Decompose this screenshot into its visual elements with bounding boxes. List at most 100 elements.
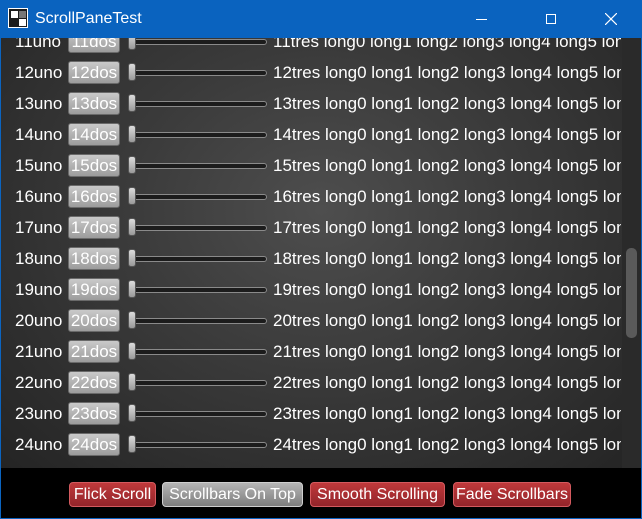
row-slider[interactable] — [129, 194, 267, 200]
row-label: 11uno — [15, 38, 62, 51]
row-button[interactable]: 13dos — [68, 92, 120, 115]
scrollbars-on-top-toggle[interactable]: Scrollbars On Top — [162, 482, 303, 507]
scroll-pane[interactable]: 11uno 11dos 11tres long0 long1 long2 long3… — [1, 38, 641, 468]
window-title: ScrollPaneTest — [35, 10, 142, 27]
row-long-text: 12tres long0 long1 long2 long3 long4 lon… — [273, 63, 621, 82]
row-long-text: 19tres long0 long1 long2 long3 long4 lon… — [273, 280, 621, 299]
row-long-text: 23tres long0 long1 long2 long3 long4 lon… — [273, 404, 621, 423]
fade-scrollbars-toggle[interactable]: Fade Scrollbars — [453, 482, 571, 507]
minimize-icon — [475, 18, 487, 20]
row-slider-thumb[interactable] — [128, 218, 136, 236]
row-long-text: 14tres long0 long1 long2 long3 long4 lon… — [273, 125, 621, 144]
list-item: 22uno 22dos 22tres long0 long1 long2 long3… — [1, 367, 621, 398]
list-item: 17uno 17dos 17tres long0 long1 long2 long3… — [1, 212, 621, 243]
row-button[interactable]: 11dos — [68, 38, 120, 53]
row-long-text: 20tres long0 long1 long2 long3 long4 lon… — [273, 311, 621, 330]
row-label: 14uno — [15, 125, 63, 144]
row-button[interactable]: 22dos — [68, 371, 120, 394]
row-long-text: 24tres long0 long1 long2 long3 long4 lon… — [273, 435, 621, 454]
row-label: 22uno — [15, 373, 63, 392]
row-slider[interactable] — [129, 39, 267, 45]
row-button[interactable]: 19dos — [68, 278, 120, 301]
app-icon — [8, 8, 28, 28]
close-icon — [605, 13, 617, 25]
row-label: 16uno — [15, 187, 63, 206]
row-slider[interactable] — [129, 70, 267, 76]
row-slider[interactable] — [129, 411, 267, 417]
list-item: 21uno 21dos 21tres long0 long1 long2 long3… — [1, 336, 621, 367]
list-item: 13uno 13dos 13tres long0 long1 long2 long3… — [1, 88, 621, 119]
row-button[interactable]: 18dos — [68, 247, 120, 270]
maximize-button[interactable] — [528, 0, 574, 38]
row-label: 19uno — [15, 280, 63, 299]
row-long-text: 21tres long0 long1 long2 long3 long4 lon… — [273, 342, 621, 361]
row-slider-thumb[interactable] — [128, 342, 136, 360]
row-slider-thumb[interactable] — [128, 125, 136, 143]
row-long-text: 18tres long0 long1 long2 long3 long4 lon… — [273, 249, 621, 268]
row-slider-thumb[interactable] — [128, 280, 136, 298]
row-slider-thumb[interactable] — [128, 187, 136, 205]
row-button[interactable]: 17dos — [68, 216, 120, 239]
row-label: 24uno — [15, 435, 63, 454]
row-long-text: 15tres long0 long1 long2 long3 long4 lon… — [273, 156, 621, 175]
row-long-text: 13tres long0 long1 long2 long3 long4 lon… — [273, 94, 621, 113]
row-slider-thumb[interactable] — [128, 249, 136, 267]
row-label: 15uno — [15, 156, 63, 175]
row-label: 23uno — [15, 404, 63, 423]
row-slider-thumb[interactable] — [128, 373, 136, 391]
row-label: 21uno — [15, 342, 63, 361]
row-button[interactable]: 14dos — [68, 123, 120, 146]
row-long-text: 16tres long0 long1 long2 long3 long4 lon… — [273, 187, 621, 206]
row-button[interactable]: 24dos — [68, 433, 120, 456]
list-item: 14uno 14dos 14tres long0 long1 long2 long3… — [1, 119, 621, 150]
row-label: 12uno — [15, 63, 63, 82]
row-slider[interactable] — [129, 380, 267, 386]
list-item: 24uno 24dos 24tres long0 long1 long2 long3… — [1, 429, 621, 460]
list-item: 23uno 23dos 23tres long0 long1 long2 long3… — [1, 398, 621, 429]
row-label: 17uno — [15, 218, 63, 237]
smooth-scrolling-toggle[interactable]: Smooth Scrolling — [310, 482, 445, 507]
close-button[interactable] — [588, 0, 634, 38]
row-slider-thumb[interactable] — [128, 435, 136, 453]
list-item: 11uno 11dos 11tres long0 long1 long2 long3… — [1, 38, 621, 57]
row-slider-thumb[interactable] — [128, 156, 136, 174]
row-button[interactable]: 16dos — [68, 185, 120, 208]
row-label: 18uno — [15, 249, 63, 268]
maximize-icon — [546, 14, 556, 24]
row-long-text: 22tres long0 long1 long2 long3 long4 lon… — [273, 373, 621, 392]
row-label: 20uno — [15, 311, 63, 330]
row-slider[interactable] — [129, 442, 267, 448]
list-item: 19uno 19dos 19tres long0 long1 long2 long3… — [1, 274, 621, 305]
row-slider[interactable] — [129, 349, 267, 355]
row-button[interactable]: 20dos — [68, 309, 120, 332]
flick-scroll-toggle[interactable]: Flick Scroll — [69, 482, 156, 507]
row-slider[interactable] — [129, 132, 267, 138]
row-slider[interactable] — [129, 287, 267, 293]
row-slider-thumb[interactable] — [128, 94, 136, 112]
list-item: 16uno 16dos 16tres long0 long1 long2 long3… — [1, 181, 621, 212]
row-button[interactable]: 21dos — [68, 340, 120, 363]
row-slider-thumb[interactable] — [128, 63, 136, 81]
list-item: 15uno 15dos 15tres long0 long1 long2 long3… — [1, 150, 621, 181]
row-button[interactable]: 23dos — [68, 402, 120, 425]
row-slider[interactable] — [129, 318, 267, 324]
title-bar: ScrollPaneTest — [0, 0, 642, 38]
row-slider-thumb[interactable] — [128, 38, 136, 50]
row-slider-thumb[interactable] — [128, 311, 136, 329]
row-label: 13uno — [15, 94, 63, 113]
row-button[interactable]: 12dos — [68, 61, 120, 84]
list-item: 18uno 18dos 18tres long0 long1 long2 long3… — [1, 243, 621, 274]
row-slider[interactable] — [129, 256, 267, 262]
row-slider-thumb[interactable] — [128, 404, 136, 422]
row-slider[interactable] — [129, 101, 267, 107]
row-long-text: 17tres long0 long1 long2 long3 long4 lon… — [273, 218, 621, 237]
row-long-text: 11tres long0 long1 long2 long3 long4 lon… — [273, 38, 621, 51]
row-slider[interactable] — [129, 163, 267, 169]
list-item: 20uno 20dos 20tres long0 long1 long2 long3… — [1, 305, 621, 336]
minimize-button[interactable] — [458, 0, 504, 38]
vertical-scrollbar[interactable] — [622, 38, 641, 468]
row-button[interactable]: 15dos — [68, 154, 120, 177]
list-item: 12uno 12dos 12tres long0 long1 long2 long3… — [1, 57, 621, 88]
row-slider[interactable] — [129, 225, 267, 231]
vertical-scrollbar-thumb[interactable] — [626, 248, 637, 338]
